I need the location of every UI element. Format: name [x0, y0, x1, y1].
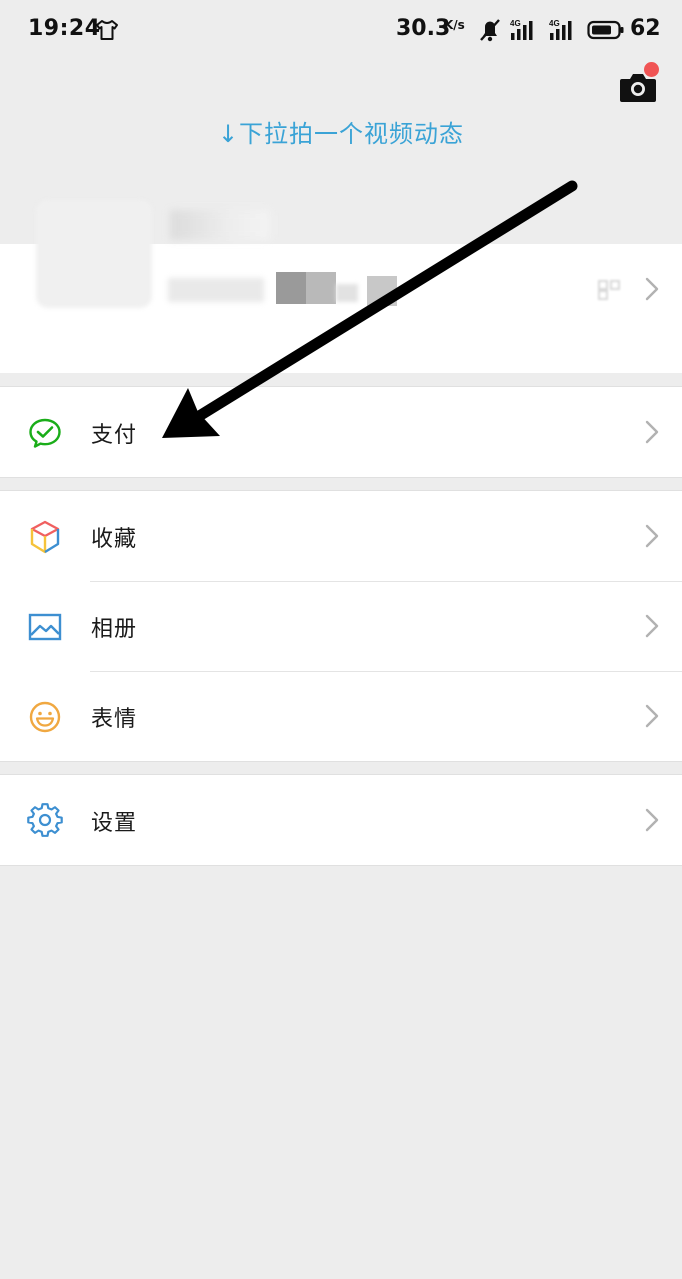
menu-item-pay[interactable]: 支付 [0, 387, 682, 477]
signal-4g-icon-2: 4G [549, 19, 572, 40]
gear-icon [27, 803, 63, 837]
chevron-right-icon [645, 704, 659, 728]
collection-group: 收藏 相册 表情 [0, 490, 682, 762]
chevron-right-icon [645, 614, 659, 638]
chevron-right-icon [645, 524, 659, 548]
menu-item-stickers[interactable]: 表情 [0, 671, 682, 761]
pull-down-video-hint[interactable]: ↓下拉拍一个视频动态 [0, 114, 682, 149]
signal-4g-icon: 4G [510, 19, 533, 40]
notification-dot [644, 62, 659, 77]
profile-name-blurred [170, 210, 270, 240]
settings-group: 设置 [0, 774, 682, 866]
profile-chevron-icon [645, 277, 659, 301]
tshirt-icon [96, 20, 118, 40]
menu-item-album[interactable]: 相册 [0, 581, 682, 671]
menu-item-label: 收藏 [91, 527, 138, 552]
chevron-right-icon [645, 420, 659, 444]
picture-icon [28, 613, 62, 641]
smiley-icon [29, 701, 61, 733]
cube-icon [30, 520, 60, 554]
menu-item-label: 设置 [91, 811, 138, 836]
battery-percent: 62 [630, 16, 661, 41]
mute-bell-icon [480, 19, 500, 42]
pay-group: 支付 [0, 386, 682, 478]
qr-code-icon[interactable] [598, 280, 622, 300]
menu-item-label: 表情 [91, 707, 138, 732]
menu-item-settings[interactable]: 设置 [0, 775, 682, 865]
svg-text:4G: 4G [510, 19, 521, 28]
status-time: 19:24 [28, 16, 101, 41]
wechat-id-mosaic-2 [306, 272, 336, 304]
wechat-id-blurred [168, 278, 264, 302]
wechat-pay-icon [29, 418, 61, 448]
wechat-id-mosaic [276, 272, 306, 304]
svg-text:4G: 4G [549, 19, 560, 28]
wechat-me-screen: 19:24 30.3 K/s 4G 4G 62 ↓下拉拍一个视频动态 支付 收藏… [0, 0, 682, 1279]
avatar[interactable] [36, 200, 152, 308]
status-bar: 19:24 30.3 K/s 4G 4G 62 [0, 0, 682, 60]
battery-icon [587, 20, 624, 40]
wechat-id-mosaic-4 [367, 276, 397, 306]
menu-item-label: 支付 [91, 423, 138, 448]
menu-item-favorites[interactable]: 收藏 [0, 491, 682, 581]
network-speed: 30.3 [396, 16, 451, 41]
chevron-right-icon [645, 808, 659, 832]
network-speed-unit: K/s [444, 18, 465, 32]
menu-item-label: 相册 [91, 617, 138, 642]
wechat-id-mosaic-3 [336, 284, 358, 302]
